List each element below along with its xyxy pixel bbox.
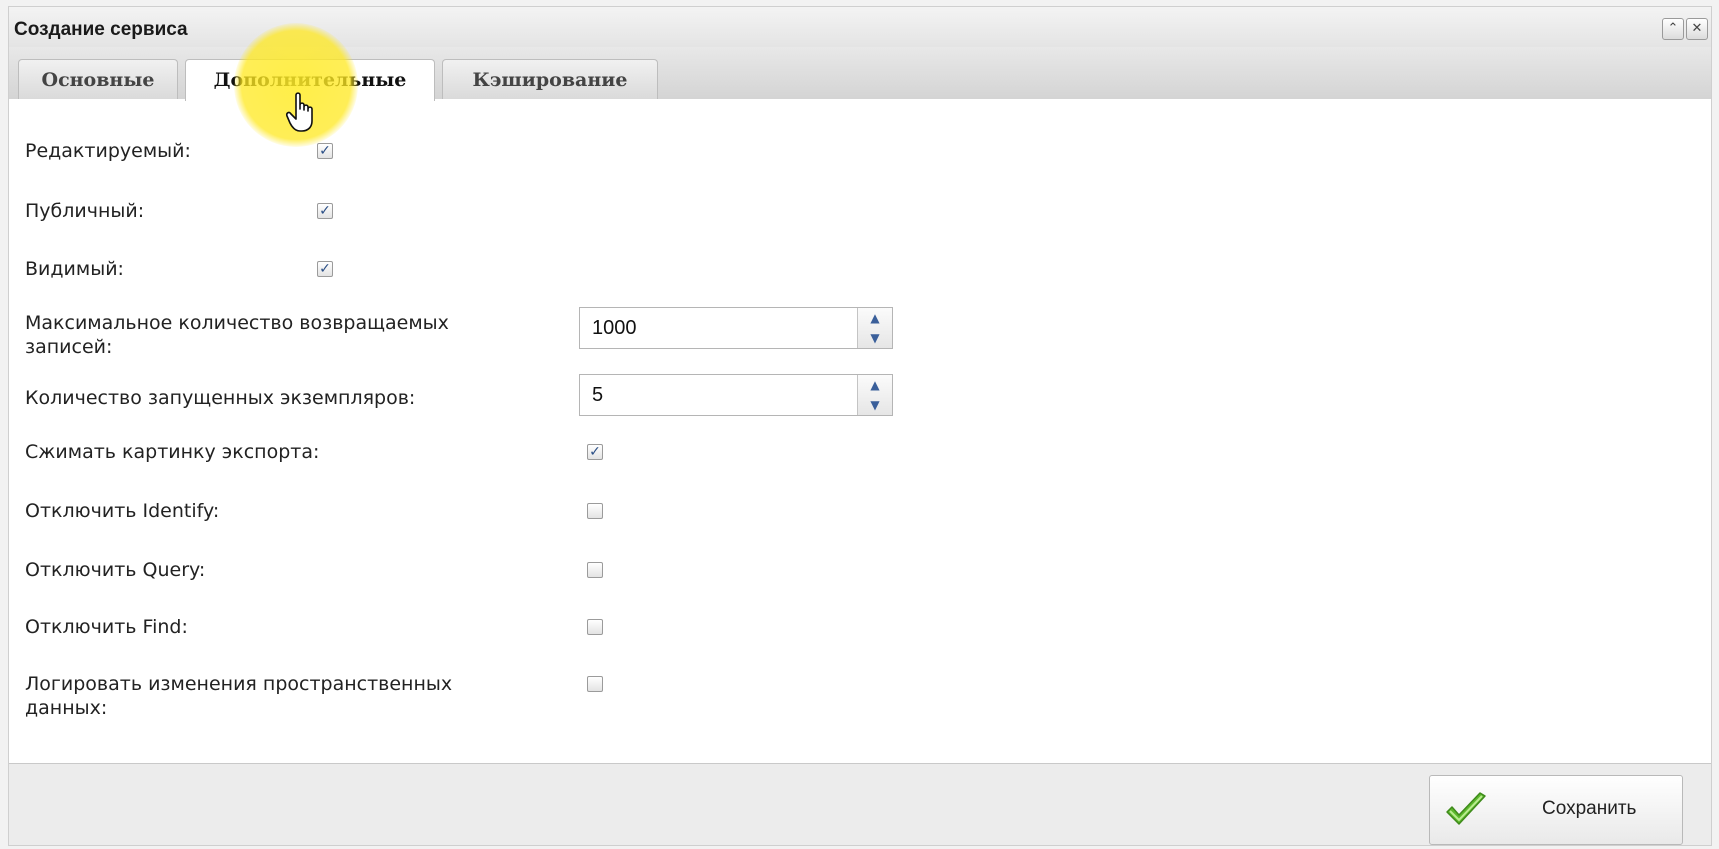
spin-down-icon[interactable]: ▼ <box>858 395 892 415</box>
disable-query-label: Отключить Query: <box>25 559 206 581</box>
public-label: Публичный: <box>25 200 145 222</box>
tab-strip: Основные Дополнительные Кэширование <box>9 47 1711 101</box>
save-button-label: Сохранить <box>1542 798 1637 819</box>
dialog-window: Создание сервиса ⌃ ✕ Основные Дополнител… <box>8 6 1712 846</box>
save-button[interactable]: Сохранить <box>1429 775 1683 845</box>
spin-up-icon[interactable]: ▲ <box>858 375 892 395</box>
disable-query-checkbox[interactable] <box>587 562 603 578</box>
tab-main[interactable]: Основные <box>18 59 178 99</box>
public-checkbox[interactable]: ✓ <box>317 203 333 219</box>
dialog-title: Создание сервиса <box>14 19 188 40</box>
disable-find-checkbox[interactable] <box>587 619 603 635</box>
visible-label: Видимый: <box>25 258 124 280</box>
spin-up-icon[interactable]: ▲ <box>858 308 892 328</box>
max-records-label: Максимальное количество возвращаемых зап… <box>25 311 449 359</box>
editable-checkbox[interactable]: ✓ <box>317 143 333 159</box>
max-records-spin-buttons[interactable]: ▲ ▼ <box>857 308 892 348</box>
disable-identify-checkbox[interactable] <box>587 503 603 519</box>
collapse-icon[interactable]: ⌃ <box>1662 18 1684 40</box>
visible-checkbox[interactable]: ✓ <box>317 261 333 277</box>
disable-find-label: Отключить Find: <box>25 616 188 638</box>
disable-identify-label: Отключить Identify: <box>25 500 220 522</box>
log-changes-checkbox[interactable] <box>587 676 603 692</box>
max-records-value[interactable]: 1000 <box>592 317 637 340</box>
spin-down-icon[interactable]: ▼ <box>858 328 892 348</box>
max-records-spinner[interactable]: 1000 ▲ ▼ <box>579 307 893 349</box>
instances-spin-buttons[interactable]: ▲ ▼ <box>857 375 892 415</box>
checkmark-icon <box>1446 792 1486 825</box>
instances-spinner[interactable]: 5 ▲ ▼ <box>579 374 893 416</box>
log-changes-label-line1: Логировать изменения пространственных <box>25 673 453 695</box>
instances-value[interactable]: 5 <box>592 384 603 407</box>
close-icon[interactable]: ✕ <box>1686 18 1708 40</box>
max-records-label-line1: Максимальное количество возвращаемых <box>25 312 449 334</box>
tab-caching[interactable]: Кэширование <box>442 59 658 99</box>
compress-export-checkbox[interactable]: ✓ <box>587 444 603 460</box>
log-changes-label-line2: данных: <box>25 697 108 719</box>
compress-export-label: Сжимать картинку экспорта: <box>25 441 320 463</box>
editable-label: Редактируемый: <box>25 140 191 162</box>
tab-panel-additional: Редактируемый: ✓ Публичный: ✓ Видимый: ✓… <box>9 99 1711 764</box>
title-bar[interactable]: Создание сервиса ⌃ ✕ <box>9 7 1711 47</box>
instances-label: Количество запущенных экземпляров: <box>25 387 416 409</box>
max-records-label-line2: записей: <box>25 336 113 358</box>
log-changes-label: Логировать изменения пространственных да… <box>25 672 452 720</box>
hand-cursor-icon <box>286 92 313 132</box>
